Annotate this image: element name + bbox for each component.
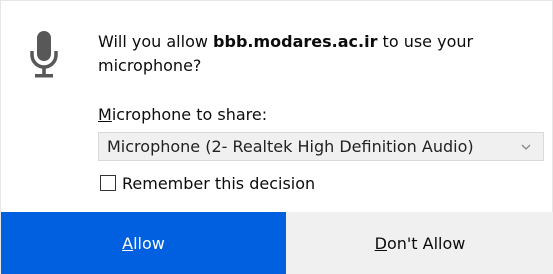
dont-allow-accesskey: D [374,234,387,253]
permission-dialog: Will you allow bbb.modares.ac.ir to use … [0,0,553,274]
microphone-icon [30,31,58,78]
message-prefix: Will you allow [98,32,214,51]
chevron-down-icon [521,144,531,150]
share-label-text: icrophone to share: [111,105,268,124]
dont-allow-label: on't Allow [386,234,466,253]
permission-message: Will you allow bbb.modares.ac.ir to use … [98,30,538,78]
remember-decision[interactable]: Remember this decision [100,172,315,194]
button-bar: Allow Don't Allow [1,212,553,274]
site-host: bbb.modares.ac.ir [213,32,378,51]
microphone-select[interactable]: Microphone (2- Realtek High Definition A… [98,132,544,161]
dont-allow-button[interactable]: Don't Allow [286,212,553,274]
allow-accesskey: A [122,234,134,253]
microphone-share-label: Microphone to share: [98,105,267,124]
selected-microphone: Microphone (2- Realtek High Definition A… [107,137,474,156]
remember-checkbox[interactable] [100,175,116,191]
allow-label: llow [133,234,165,253]
share-label-accesskey: M [98,105,112,124]
remember-label: Remember this decision [122,173,316,193]
allow-button[interactable]: Allow [1,212,286,274]
